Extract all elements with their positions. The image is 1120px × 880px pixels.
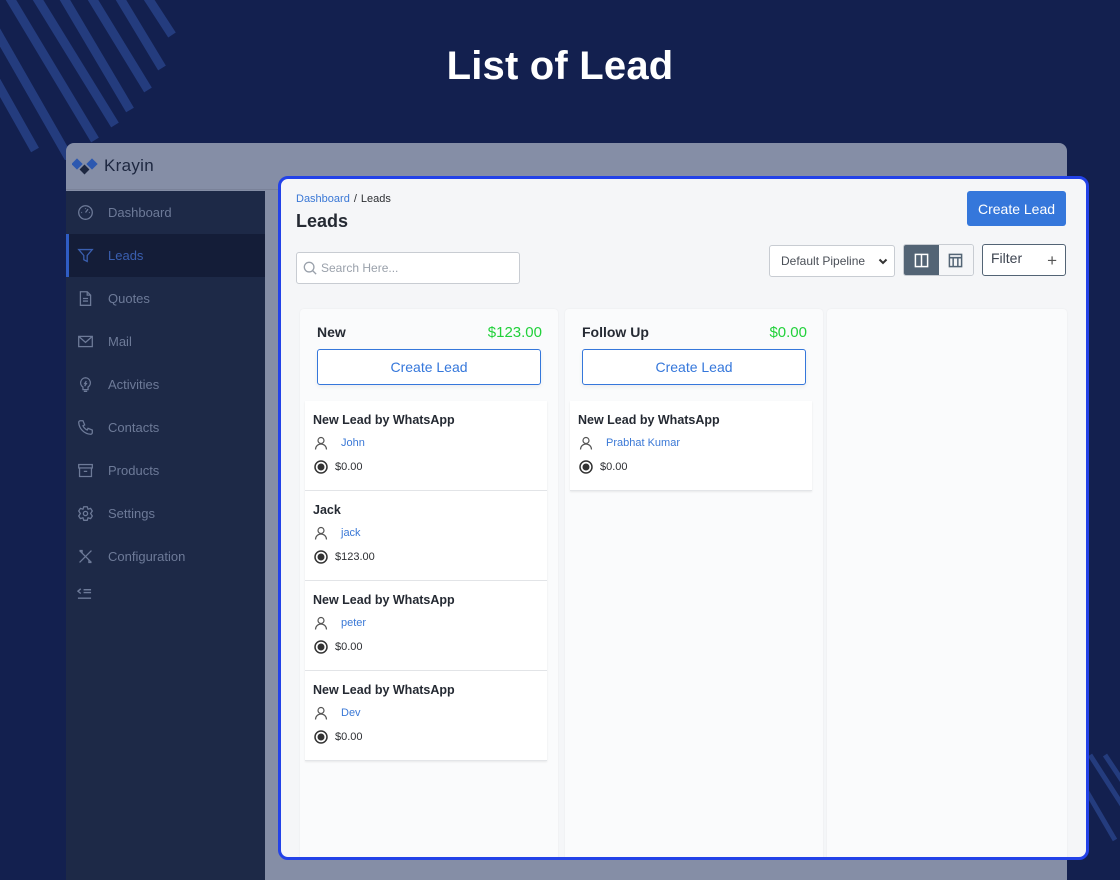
chevron-down-icon [878, 258, 888, 265]
create-lead-button[interactable]: Create Lead [967, 191, 1066, 226]
filter-label: Filter [991, 250, 1023, 266]
lead-amount: $123.00 [335, 551, 375, 563]
column-title: Follow Up [582, 324, 649, 340]
person-icon [314, 616, 328, 630]
lead-card[interactable]: New Lead by WhatsApp John $0.00 [305, 401, 547, 491]
dollar-coin-icon [314, 550, 328, 564]
search-input[interactable] [321, 261, 511, 275]
sidebar-item-label: Mail [108, 334, 132, 349]
dollar-coin-icon [579, 460, 593, 474]
sidebar-item-label: Products [108, 463, 160, 478]
sidebar-item-activities[interactable]: Activities [66, 363, 265, 406]
table-view-button[interactable] [938, 245, 973, 275]
lead-amount: $0.00 [335, 641, 363, 653]
sidebar-item-settings[interactable]: Settings [66, 492, 265, 535]
sidebar-item-label: Settings [108, 506, 155, 521]
dollar-coin-icon [314, 730, 328, 744]
gear-icon [76, 505, 94, 523]
funnel-icon [76, 247, 94, 265]
breadcrumb: Dashboard / Leads [296, 193, 391, 205]
decorative-stripes [1085, 753, 1120, 842]
sidebar-item-products[interactable]: Products [66, 449, 265, 492]
kanban-column-follow-up: Follow Up $0.00 Create Lead New Lead by … [565, 309, 823, 857]
lead-person-link[interactable]: jack [341, 527, 361, 539]
tools-icon [76, 548, 94, 566]
lead-card[interactable]: New Lead by WhatsApp peter $0.00 [305, 581, 547, 671]
person-icon [579, 436, 593, 450]
lead-card[interactable]: Jack jack $123.00 [305, 491, 547, 581]
brand-name: Krayin [104, 156, 154, 175]
dollar-coin-icon [314, 460, 328, 474]
sidebar-item-label: Quotes [108, 291, 150, 306]
search-icon [303, 261, 317, 275]
leads-content-panel: Dashboard/Leads Leads Create Lead Defaul… [278, 176, 1089, 860]
pipeline-select[interactable]: Default Pipeline [769, 245, 895, 277]
lead-person-link[interactable]: Dev [341, 707, 361, 719]
sidebar-item-dashboard[interactable]: Dashboard [66, 191, 265, 234]
page-title: Leads [296, 211, 349, 231]
kanban-view-button[interactable] [904, 245, 939, 275]
person-icon [314, 436, 328, 450]
lightbulb-icon [76, 376, 94, 394]
phone-icon [76, 419, 94, 437]
breadcrumb-dashboard-link[interactable]: Dashboard [296, 193, 350, 205]
columns-icon [914, 253, 929, 267]
lead-amount: $0.00 [335, 731, 363, 743]
hero-title: List of Lead [446, 44, 674, 88]
sidebar-item-label: Activities [108, 377, 160, 392]
archive-box-icon [76, 462, 94, 480]
sidebar-item-label: Leads [108, 248, 144, 263]
lead-title: New Lead by WhatsApp [313, 683, 455, 697]
plus-icon: + [1047, 251, 1057, 270]
view-toggle [903, 244, 974, 276]
person-icon [314, 526, 328, 540]
column-total: $123.00 [487, 324, 542, 341]
dollar-coin-icon [314, 640, 328, 654]
kanban-column-empty [827, 309, 1067, 857]
lead-card[interactable]: New Lead by WhatsApp Prabhat Kumar $0.00 [570, 401, 812, 491]
table-icon [948, 253, 963, 267]
breadcrumb-separator: / [353, 193, 357, 205]
sidebar-item-mail[interactable]: Mail [66, 320, 265, 363]
lead-person-link[interactable]: peter [341, 617, 366, 629]
sidebar-item-quotes[interactable]: Quotes [66, 277, 265, 320]
lead-person-link[interactable]: John [341, 437, 365, 449]
lead-amount: $0.00 [600, 461, 628, 473]
lead-title: New Lead by WhatsApp [313, 593, 455, 607]
filter-button[interactable]: Filter + [982, 244, 1066, 276]
sidebar-item-configuration[interactable]: Configuration [66, 535, 265, 578]
sidebar-item-contacts[interactable]: Contacts [66, 406, 265, 449]
column-total: $0.00 [769, 324, 807, 341]
lead-title: New Lead by WhatsApp [578, 413, 720, 427]
collapse-menu-icon[interactable] [66, 578, 265, 608]
sidebar-item-label: Contacts [108, 420, 160, 435]
krayin-logo-icon [72, 158, 98, 175]
kanban-column-new: New $123.00 Create Lead New Lead by What… [300, 309, 558, 857]
lead-card[interactable]: New Lead by WhatsApp Dev $0.00 [305, 671, 547, 761]
sidebar-item-label: Configuration [108, 549, 186, 564]
lead-person-link[interactable]: Prabhat Kumar [606, 437, 680, 449]
sidebar-item-label: Dashboard [108, 205, 172, 220]
person-icon [314, 706, 328, 720]
pipeline-select-value: Default Pipeline [781, 254, 866, 268]
breadcrumb-current: Leads [360, 193, 391, 205]
mail-icon [76, 333, 94, 351]
lead-title: Jack [313, 503, 341, 517]
lead-title: New Lead by WhatsApp [313, 413, 455, 427]
search-box [296, 252, 520, 284]
sidebar-item-leads[interactable]: Leads [66, 234, 265, 277]
lead-amount: $0.00 [335, 461, 363, 473]
column-create-lead-button[interactable]: Create Lead [317, 349, 541, 385]
column-title: New [317, 324, 346, 340]
sidebar: Dashboard Leads Quotes Mail Activities C… [66, 191, 265, 880]
document-icon [76, 290, 94, 308]
dashboard-gauge-icon [76, 204, 94, 222]
column-create-lead-button[interactable]: Create Lead [582, 349, 806, 385]
